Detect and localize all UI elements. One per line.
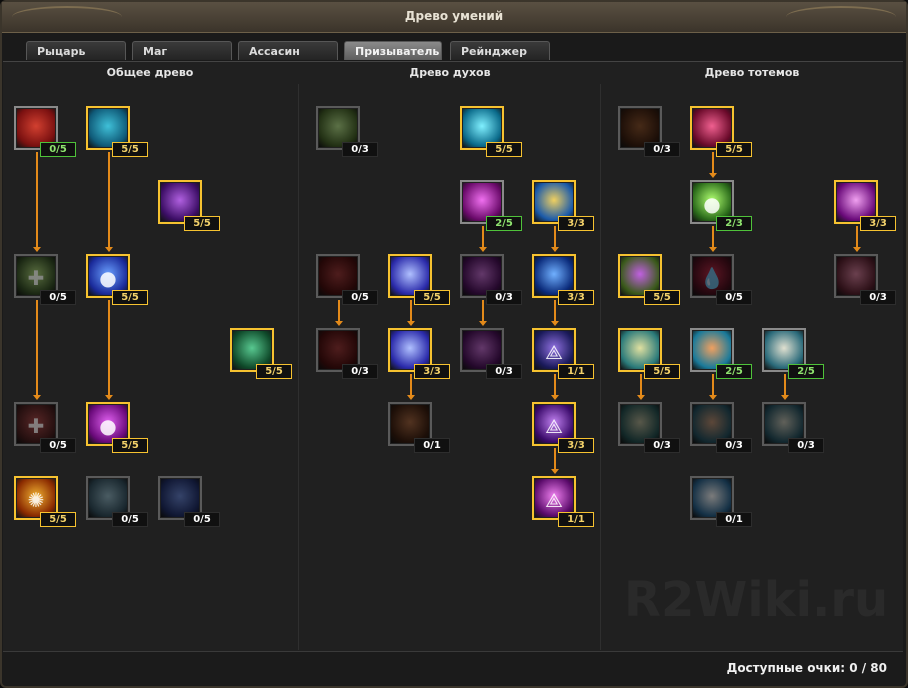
- skill-points-badge: 3/3: [558, 290, 594, 305]
- tab-assassin[interactable]: Ассасин: [238, 41, 338, 60]
- skill-points-badge: 0/3: [788, 438, 824, 453]
- skill-points-badge: 5/5: [414, 290, 450, 305]
- prerequisite-connector: [105, 152, 113, 252]
- skill-points-badge: 0/3: [644, 438, 680, 453]
- skill-points-badge: 3/3: [558, 216, 594, 231]
- skill-points-badge: 0/5: [40, 142, 76, 157]
- prerequisite-connector: [33, 300, 41, 400]
- skill-points-badge: 0/3: [860, 290, 896, 305]
- skill-points-badge: 0/5: [40, 438, 76, 453]
- prerequisite-connector: [335, 300, 343, 326]
- skill-points-badge: 3/3: [414, 364, 450, 379]
- skill-points-badge: 2/5: [486, 216, 522, 231]
- prerequisite-connector: [709, 374, 717, 400]
- icon-glyph: ●: [99, 266, 117, 290]
- prerequisite-connector: [105, 300, 113, 400]
- icon-glyph: ✚: [27, 414, 45, 438]
- prerequisite-connector: [551, 226, 559, 252]
- skill-points-badge: 0/5: [716, 290, 752, 305]
- prerequisite-connector: [407, 374, 415, 400]
- skill-points-badge: 5/5: [716, 142, 752, 157]
- icon-glyph: ⟁: [545, 414, 563, 438]
- skill-points-badge: 0/5: [40, 290, 76, 305]
- prerequisite-connector: [551, 448, 559, 474]
- skill-points-badge: 0/3: [486, 290, 522, 305]
- available-points: Доступные очки: 0 / 80: [726, 661, 887, 675]
- skill-points-badge: 5/5: [112, 142, 148, 157]
- prerequisite-connector: [479, 226, 487, 252]
- skill-points-badge: 5/5: [256, 364, 292, 379]
- tab-ranger[interactable]: Рейнджер: [450, 41, 550, 60]
- skill-points-badge: 2/5: [788, 364, 824, 379]
- icon-glyph: ●: [703, 192, 721, 216]
- skill-points-badge: 5/5: [112, 438, 148, 453]
- skill-points-badge: 0/5: [112, 512, 148, 527]
- icon-glyph: 💧: [699, 266, 725, 290]
- skill-points-badge: 0/5: [342, 290, 378, 305]
- title-bar: Древо умений: [2, 2, 906, 33]
- spirit-tree-title: Древо духов: [409, 66, 491, 79]
- prerequisite-connector: [637, 374, 645, 400]
- skill-points-badge: 5/5: [486, 142, 522, 157]
- skill-points-badge: 0/3: [342, 364, 378, 379]
- skill-points-badge: 0/3: [644, 142, 680, 157]
- skill-points-badge: 1/1: [558, 364, 594, 379]
- tab-summoner[interactable]: Призыватель: [344, 41, 442, 60]
- prerequisite-connector: [781, 374, 789, 400]
- skill-points-badge: 0/3: [716, 438, 752, 453]
- icon-glyph: ●: [99, 414, 117, 438]
- icon-glyph: ⟁: [545, 488, 563, 512]
- prerequisite-connector: [479, 300, 487, 326]
- skill-points-badge: 0/1: [414, 438, 450, 453]
- divider: [600, 84, 601, 650]
- window-title: Древо умений: [404, 9, 504, 23]
- prerequisite-connector: [407, 300, 415, 326]
- skill-points-badge: 3/3: [558, 438, 594, 453]
- skill-points-badge: 5/5: [644, 364, 680, 379]
- tab-knight[interactable]: Рыцарь: [26, 41, 126, 60]
- watermark: R2Wiki.ru: [624, 572, 889, 628]
- icon-glyph: ✺: [27, 488, 45, 512]
- icon-glyph: ⟁: [545, 340, 563, 364]
- skill-points-badge: 0/3: [342, 142, 378, 157]
- skill-points-badge: 2/5: [716, 364, 752, 379]
- icon-glyph: ✚: [27, 266, 45, 290]
- skill-points-badge: 0/5: [184, 512, 220, 527]
- general-tree-title: Общее древо: [106, 66, 194, 79]
- prerequisite-connector: [709, 226, 717, 252]
- prerequisite-connector: [709, 152, 717, 178]
- tab-mage[interactable]: Маг: [132, 41, 232, 60]
- prerequisite-connector: [551, 300, 559, 326]
- skill-points-badge: 3/3: [860, 216, 896, 231]
- skill-points-badge: 1/1: [558, 512, 594, 527]
- divider: [298, 84, 299, 650]
- skill-points-badge: 5/5: [40, 512, 76, 527]
- prerequisite-connector: [853, 226, 861, 252]
- skill-points-badge: 2/3: [716, 216, 752, 231]
- totem-tree-title: Древо тотемов: [704, 66, 800, 79]
- skill-points-badge: 5/5: [184, 216, 220, 231]
- prerequisite-connector: [551, 374, 559, 400]
- skill-points-badge: 5/5: [644, 290, 680, 305]
- skill-points-badge: 0/3: [486, 364, 522, 379]
- prerequisite-connector: [33, 152, 41, 252]
- skill-points-badge: 5/5: [112, 290, 148, 305]
- footer: Доступные очки: 0 / 80: [3, 651, 903, 685]
- skill-points-badge: 0/1: [716, 512, 752, 527]
